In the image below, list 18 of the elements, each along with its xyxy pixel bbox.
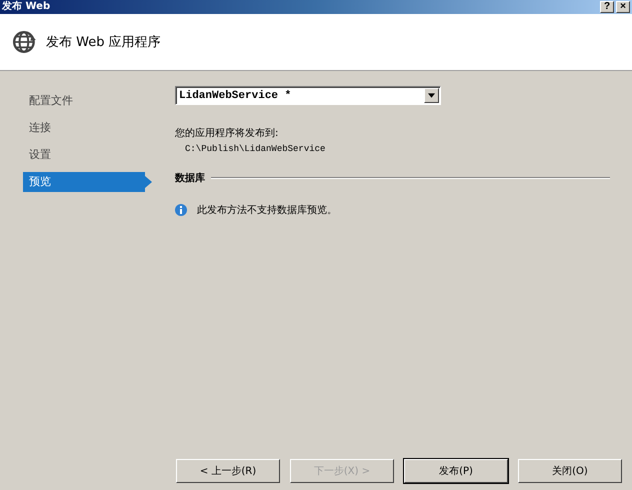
close-button[interactable]: ×	[616, 1, 630, 13]
info-message: 此发布方法不支持数据库预览。	[197, 204, 337, 217]
info-icon	[175, 204, 187, 216]
publish-label: 您的应用程序将发布到:	[175, 126, 280, 140]
globe-icon	[12, 29, 38, 55]
sidebar-item[interactable]: 预览	[23, 172, 152, 192]
publish-path: C:\Publish\LidanWebService	[184, 144, 326, 154]
sidebar-item[interactable]: 配置文件	[23, 91, 145, 111]
dialog-heading: 发布 Web 应用程序	[46, 34, 161, 51]
dialog-button[interactable]: < 上一步(R)	[176, 459, 280, 483]
dialog-button[interactable]: 发布(P)	[404, 459, 508, 483]
section-heading: 数据库	[175, 171, 205, 185]
window-title: 发布 Web	[2, 0, 52, 14]
sidebar-item[interactable]: 设置	[23, 145, 145, 165]
help-button[interactable]: ?	[600, 1, 614, 13]
sidebar-item[interactable]: 连接	[23, 118, 145, 138]
profile-dropdown[interactable]: LidanWebService *	[175, 86, 441, 105]
dialog-button[interactable]: 关闭(O)	[518, 459, 622, 483]
